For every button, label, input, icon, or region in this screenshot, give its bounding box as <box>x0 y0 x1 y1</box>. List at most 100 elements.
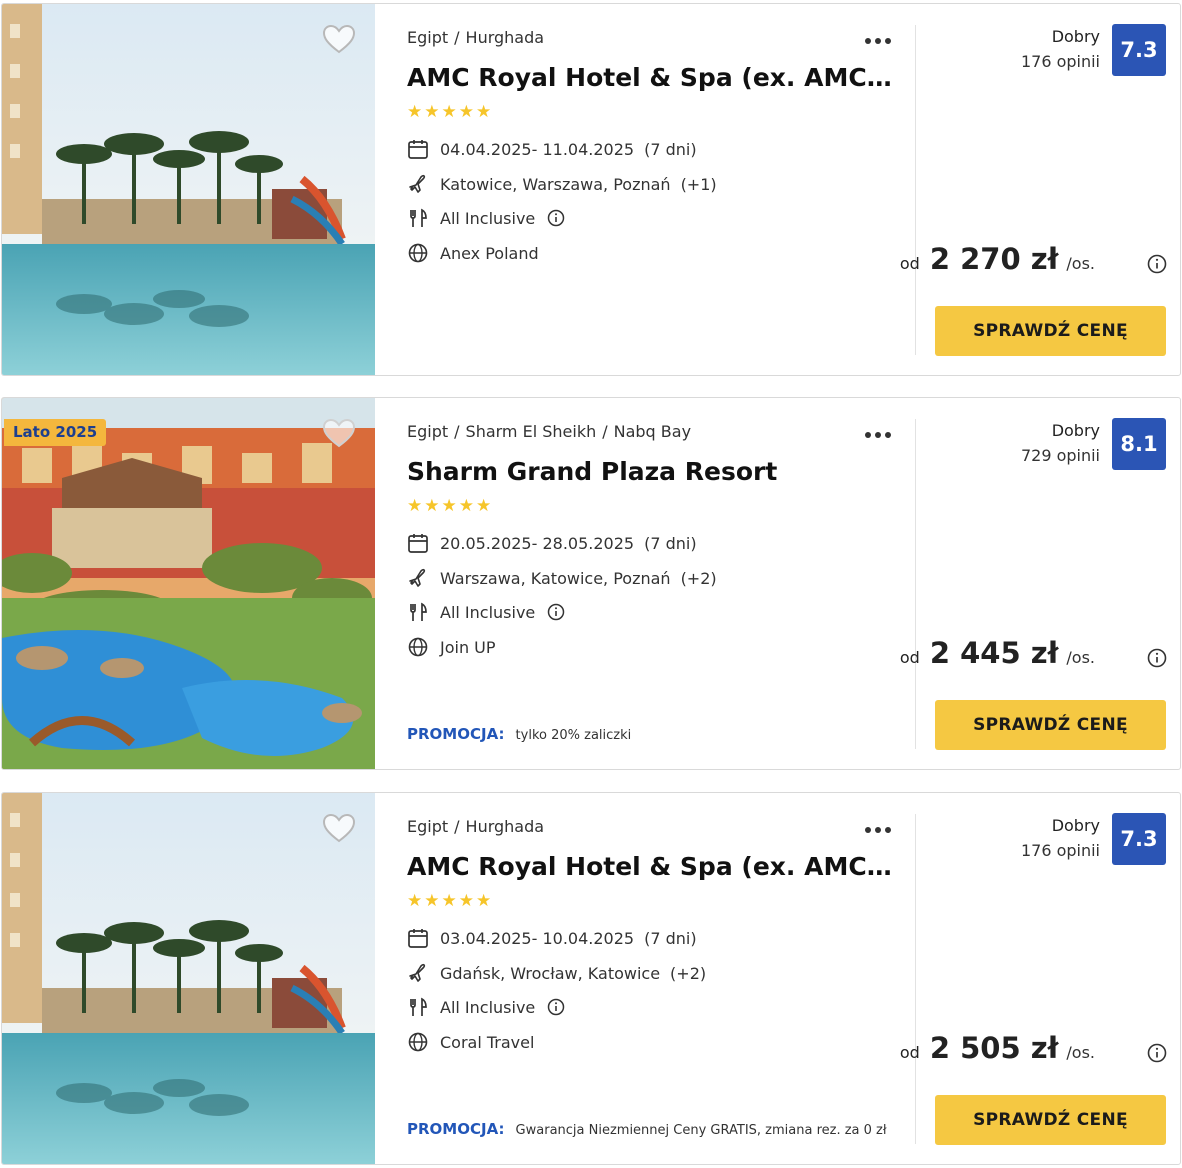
operator-text: Coral Travel <box>440 1032 535 1052</box>
offer-card[interactable]: Egipt / Hurghada AMC Royal Hotel & Spa (ex… <box>1 792 1181 1165</box>
info-icon[interactable] <box>1147 254 1167 274</box>
star-rating: ★ ★ ★ ★ ★ <box>407 891 493 911</box>
calendar-icon <box>408 140 428 159</box>
breadcrumb-country[interactable]: Egipt <box>407 28 448 47</box>
rating-count[interactable]: 176 opinii <box>1021 52 1100 71</box>
departures-more[interactable]: (+1) <box>681 175 717 194</box>
heart-icon[interactable] <box>322 813 356 843</box>
check-price-button[interactable]: SPRAWDŹ CENĘ <box>935 700 1166 750</box>
rating-score: 7.3 <box>1112 24 1166 76</box>
duration-text: (7 dni) <box>644 928 697 948</box>
breadcrumb-country[interactable]: Egipt <box>407 817 448 836</box>
operator-row: Join UP <box>407 635 496 659</box>
calendar-icon <box>408 929 428 948</box>
breadcrumb-separator: / <box>454 422 460 441</box>
cutlery-icon <box>410 208 427 227</box>
departures-more[interactable]: (+2) <box>670 964 706 983</box>
dates-row: 04.04.2025- 11.04.2025 (7 dni) <box>407 137 697 161</box>
duration-text: (7 dni) <box>644 139 697 159</box>
operator-text: Anex Poland <box>440 243 539 263</box>
info-icon[interactable] <box>547 603 565 621</box>
check-price-button[interactable]: SPRAWDŹ CENĘ <box>935 306 1166 356</box>
board-row: All Inclusive <box>407 600 565 624</box>
cutlery-icon <box>410 602 427 621</box>
hotel-photo[interactable] <box>2 398 375 769</box>
price-suffix: /os. <box>1066 1043 1095 1062</box>
board-text: All Inclusive <box>440 602 536 622</box>
star-icon: ★ <box>476 891 492 911</box>
board-text: All Inclusive <box>440 208 536 228</box>
dates-text: 03.04.2025- 10.04.2025 <box>440 928 635 948</box>
globe-icon <box>408 243 428 263</box>
breadcrumb-separator: / <box>602 422 608 441</box>
hotel-title[interactable]: AMC Royal Hotel & Spa (ex. AMC Azur Reso… <box>407 63 897 92</box>
calendar-icon <box>408 534 428 553</box>
departures-row: Katowice, Warszawa, Poznań (+1) <box>407 172 717 196</box>
star-rating: ★ ★ ★ ★ ★ <box>407 102 493 122</box>
offer-card[interactable]: Egipt / Hurghada AMC Royal Hotel & Spa (ex… <box>1 3 1181 376</box>
breadcrumb-region[interactable]: Hurghada <box>466 817 545 836</box>
star-icon: ★ <box>458 891 474 911</box>
offer-card[interactable]: Lato 2025 Egipt / Sharm El Sheikh / Nabq Bay… <box>1 397 1181 770</box>
board-row: All Inclusive <box>407 206 565 230</box>
star-icon: ★ <box>441 891 457 911</box>
board-text: All Inclusive <box>440 997 536 1017</box>
rating-label: Dobry <box>1051 421 1100 440</box>
hotel-title[interactable]: AMC Royal Hotel & Spa (ex. AMC Azur Reso… <box>407 852 897 881</box>
star-icon: ★ <box>476 496 492 516</box>
more-dots-icon[interactable] <box>865 432 893 440</box>
hotel-title[interactable]: Sharm Grand Plaza Resort <box>407 457 897 486</box>
price-suffix: /os. <box>1066 254 1095 273</box>
price-value: 2 270 zł <box>929 242 1059 276</box>
price: od 2 505 zł /os. <box>900 1031 1095 1065</box>
departures-text: Warszawa, Katowice, Poznań <box>440 568 671 588</box>
info-icon[interactable] <box>1147 1043 1167 1063</box>
rating-score: 8.1 <box>1112 418 1166 470</box>
price-prefix: od <box>899 254 920 273</box>
plane-icon <box>409 174 426 193</box>
plane-icon <box>409 568 426 587</box>
star-icon: ★ <box>441 102 457 122</box>
breadcrumb: Egipt / Hurghada <box>407 28 544 47</box>
operator-text: Join UP <box>440 637 496 657</box>
hotel-photo[interactable] <box>2 793 375 1164</box>
star-icon: ★ <box>458 496 474 516</box>
dates-text: 20.05.2025- 28.05.2025 <box>440 533 635 553</box>
hotel-photo[interactable] <box>2 4 375 375</box>
breadcrumb-region[interactable]: Hurghada <box>466 28 545 47</box>
price: od 2 445 zł /os. <box>900 636 1095 670</box>
heart-icon[interactable] <box>322 24 356 54</box>
breadcrumb-country[interactable]: Egipt <box>407 422 448 441</box>
departures-text: Katowice, Warszawa, Poznań <box>440 174 671 194</box>
offer-info: Egipt / Hurghada AMC Royal Hotel & Spa (ex… <box>407 793 907 1164</box>
star-icon: ★ <box>424 102 440 122</box>
rating-label: Dobry <box>1051 27 1100 46</box>
dates-row: 03.04.2025- 10.04.2025 (7 dni) <box>407 926 697 950</box>
departures-more[interactable]: (+2) <box>681 569 717 588</box>
more-dots-icon[interactable] <box>865 38 893 46</box>
breadcrumb: Egipt / Hurghada <box>407 817 544 836</box>
breadcrumb-separator: / <box>454 817 460 836</box>
breadcrumb-region[interactable]: Sharm El Sheikh <box>466 422 597 441</box>
heart-icon[interactable] <box>322 418 356 448</box>
operator-row: Anex Poland <box>407 241 539 265</box>
more-dots-icon[interactable] <box>865 827 893 835</box>
promo-text: Gwarancja Niezmiennej Ceny GRATIS, zmian… <box>515 1123 887 1138</box>
info-icon[interactable] <box>1147 648 1167 668</box>
info-icon[interactable] <box>547 998 565 1016</box>
dates-text: 04.04.2025- 11.04.2025 <box>440 139 635 159</box>
board-row: All Inclusive <box>407 995 565 1019</box>
star-icon: ★ <box>407 891 423 911</box>
rating-count[interactable]: 729 opinii <box>1021 446 1100 465</box>
price-prefix: od <box>899 648 920 667</box>
breadcrumb-area[interactable]: Nabq Bay <box>614 422 691 441</box>
promo: PROMOCJA: Gwarancja Niezmiennej Ceny GRA… <box>407 1119 887 1138</box>
offer-info: Egipt / Hurghada AMC Royal Hotel & Spa (ex… <box>407 4 907 375</box>
price-value: 2 505 zł <box>929 1031 1059 1065</box>
promo-text: tylko 20% zaliczki <box>515 728 632 743</box>
check-price-button[interactable]: SPRAWDŹ CENĘ <box>935 1095 1166 1145</box>
rating-count[interactable]: 176 opinii <box>1021 841 1100 860</box>
rating-score: 7.3 <box>1112 813 1166 865</box>
info-icon[interactable] <box>547 209 565 227</box>
season-badge: Lato 2025 <box>4 419 107 446</box>
